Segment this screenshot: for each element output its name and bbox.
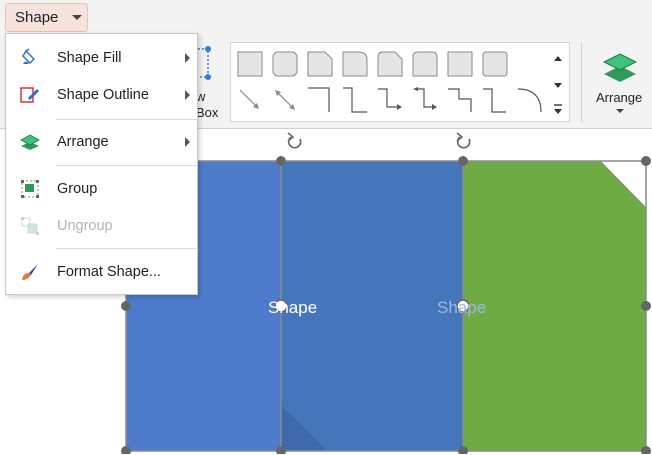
round-corner-shape-icon[interactable] <box>342 51 368 77</box>
step-connector-icon[interactable] <box>447 87 473 113</box>
square-shape-icon[interactable] <box>447 51 473 77</box>
chevron-right-icon <box>185 53 190 63</box>
menu-item-format-shape[interactable]: Format Shape... <box>6 255 197 289</box>
elbow-step-connector-icon[interactable] <box>342 87 368 113</box>
rotate-handle[interactable] <box>456 132 471 149</box>
shape-tab-label: Shape <box>15 9 59 26</box>
menu-divider <box>56 248 198 249</box>
gallery-row-rect-shapes <box>237 51 508 77</box>
shape-dropdown-menu: Shape Fill Shape Outline Arrange Group U… <box>5 33 198 295</box>
menu-item-shape-fill[interactable]: Shape Fill <box>6 41 197 75</box>
menu-item-group[interactable]: Group <box>6 172 197 206</box>
curved-connector-icon[interactable] <box>517 87 543 113</box>
menu-item-shape-outline[interactable]: Shape Outline <box>6 78 197 112</box>
menu-item-label: Shape Outline <box>57 87 149 103</box>
ribbon-divider <box>581 42 582 122</box>
rounded-square-shape-icon[interactable] <box>482 51 508 77</box>
rectangle-shape-icon[interactable] <box>237 51 263 77</box>
shape-text: Shape <box>268 298 318 317</box>
chevron-down-icon <box>72 15 83 20</box>
group-icon <box>21 180 39 198</box>
menu-item-label: Group <box>57 181 98 197</box>
shape-style-gallery <box>230 42 570 122</box>
menu-divider <box>56 119 198 120</box>
double-arrow-connector-icon[interactable] <box>272 87 298 113</box>
menu-item-label: Ungroup <box>57 218 113 234</box>
elbow-connector-icon[interactable] <box>307 87 333 113</box>
menu-item-arrange[interactable]: Arrange <box>6 125 197 159</box>
elbow-down-connector-icon[interactable] <box>482 87 508 113</box>
shape-tab[interactable]: Shape <box>5 3 88 32</box>
text-box-label: w Box <box>196 89 219 120</box>
green-shape[interactable] <box>463 161 646 451</box>
gallery-row-connectors <box>237 87 543 113</box>
rotate-handle[interactable] <box>287 132 302 149</box>
brush-icon <box>22 264 38 280</box>
arrange-label: Arrange <box>596 90 643 105</box>
menu-item-ungroup: Ungroup <box>6 209 197 243</box>
chevron-right-icon <box>185 137 190 147</box>
snip-round-shape-icon[interactable] <box>377 51 403 77</box>
chevron-right-icon <box>185 90 190 100</box>
elbow-arrow-connector-icon[interactable] <box>377 87 403 113</box>
paint-bucket-icon <box>22 48 35 64</box>
menu-divider <box>56 165 198 166</box>
gallery-scroll-icons <box>554 56 562 114</box>
rounded-rectangle-shape-icon[interactable] <box>272 51 298 77</box>
menu-item-label: Format Shape... <box>57 264 161 280</box>
layers-icon <box>20 134 40 150</box>
ungroup-icon <box>21 217 39 235</box>
layers-icon <box>602 53 638 82</box>
shape-text: Shape <box>437 298 487 317</box>
arrow-connector-icon[interactable] <box>237 87 263 113</box>
elbow-double-arrow-connector-icon[interactable] <box>412 87 438 113</box>
gallery-scroll[interactable] <box>551 49 565 119</box>
snip-corner-shape-icon[interactable] <box>307 51 333 77</box>
arrange-button[interactable] <box>592 44 648 124</box>
rounded-top-shape-icon[interactable] <box>412 51 438 77</box>
menu-item-label: Shape Fill <box>57 50 122 66</box>
pen-outline-icon <box>20 87 39 103</box>
menu-item-label: Arrange <box>57 134 109 150</box>
